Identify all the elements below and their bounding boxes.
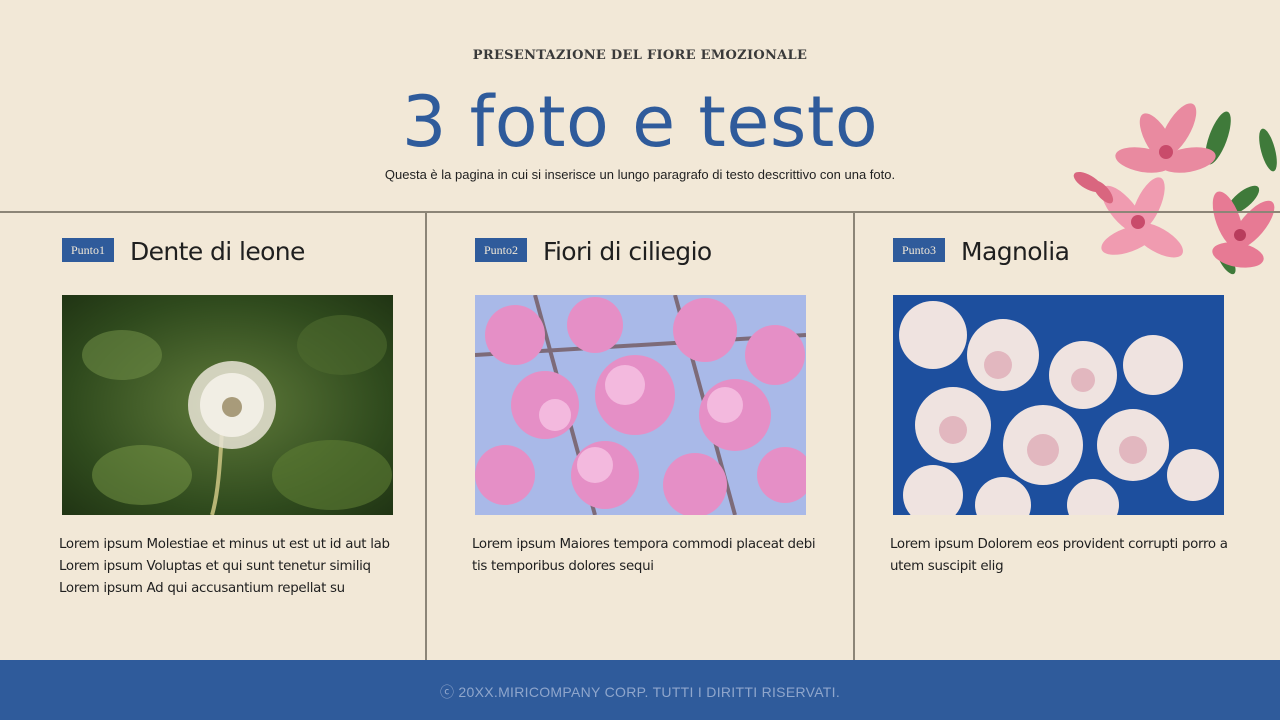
footer: ⓒ 20XX.MIRICOMPANY CORP. TUTTI I DIRITTI… (0, 660, 1280, 720)
point-badge: Punto3 (893, 238, 946, 262)
column-title: Dente di leone (130, 237, 305, 266)
point-badge: Punto1 (62, 238, 115, 262)
point-badge: Punto2 (475, 238, 528, 262)
eyebrow-label: PRESENTAZIONE DEL FIORE EMOZIONALE (472, 48, 808, 63)
copyright-text: ⓒ 20XX.MIRICOMPANY CORP. TUTTI I DIRITTI… (439, 684, 841, 700)
column-magnolia: Punto3 Magnolia Lorem ipsum Dolorem eos … (855, 212, 1280, 659)
cherry-blossom-photo (475, 295, 806, 515)
dandelion-photo (62, 295, 393, 515)
magnolia-photo (893, 295, 1224, 515)
column-description: Lorem ipsum Molestiae et minus ut est ut… (59, 537, 390, 596)
column-description: Lorem ipsum Dolorem eos provident corrup… (890, 537, 1228, 574)
column-cherry-blossom: Punto2 Fiori di ciliegio Lorem ipsum Mai… (427, 212, 853, 659)
column-title: Fiori di ciliegio (543, 237, 712, 266)
column-description: Lorem ipsum Maiores tempora commodi plac… (472, 537, 816, 574)
column-title: Magnolia (961, 237, 1070, 266)
column-dandelion: Punto1 Dente di leone Lorem ipsum Molest… (0, 212, 425, 659)
